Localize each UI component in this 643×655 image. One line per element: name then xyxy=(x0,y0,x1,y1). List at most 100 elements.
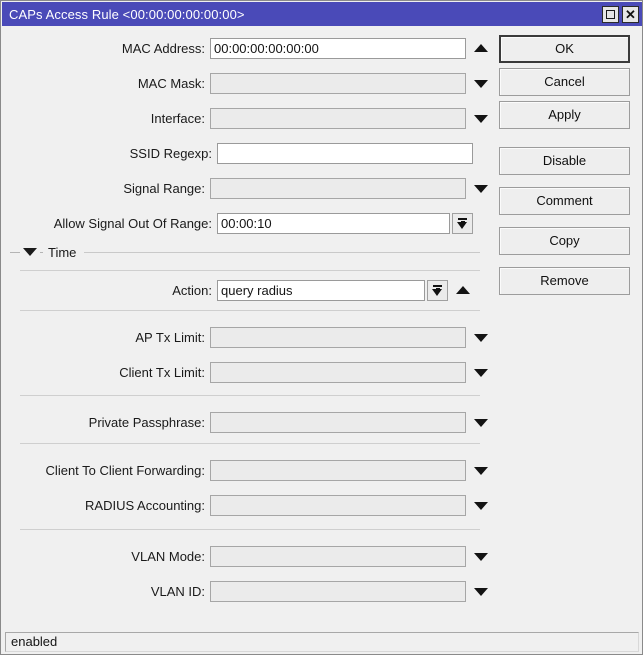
input-mac-address[interactable]: 00:00:00:00:00:00 xyxy=(210,37,466,59)
input-vlan-id[interactable] xyxy=(210,580,466,602)
dialog-body: MAC Address: 00:00:00:00:00:00 MAC Mask:… xyxy=(2,26,642,654)
chevron-down-icon xyxy=(432,288,442,296)
input-ap-tx-limit[interactable] xyxy=(210,326,466,348)
arrow-down-icon-client-to-client-forwarding[interactable] xyxy=(470,460,492,481)
title-bar: CAPs Access Rule <00:00:00:00:00:00> ✕ xyxy=(2,2,642,26)
arrow-down-icon-vlan-mode[interactable] xyxy=(470,546,492,567)
field-row-signal-range: Signal Range: xyxy=(2,177,492,199)
close-button[interactable]: ✕ xyxy=(622,5,639,23)
field-row-client-to-client-forwarding: Client To Client Forwarding: xyxy=(2,459,492,481)
chevron-down-icon xyxy=(457,221,467,229)
field-row-mac-address: MAC Address: 00:00:00:00:00:00 xyxy=(2,37,492,59)
input-private-passphrase[interactable] xyxy=(210,411,466,433)
arrow-up-icon-mac-address[interactable] xyxy=(470,38,492,59)
field-wrap-private-passphrase xyxy=(210,411,492,433)
window-title: CAPs Access Rule <00:00:00:00:00:00> xyxy=(9,6,245,22)
label-vlan-id: VLAN ID: xyxy=(150,583,205,599)
input-signal-range[interactable] xyxy=(210,177,466,199)
arrow-down-icon-interface[interactable] xyxy=(470,108,492,129)
field-row-vlan-mode: VLAN Mode: xyxy=(2,545,492,567)
section-header-time[interactable]: Time xyxy=(2,242,492,262)
arrow-down-icon-mac-mask[interactable] xyxy=(470,73,492,94)
dropdown-button-action[interactable] xyxy=(427,279,448,301)
section-dash-left xyxy=(10,251,20,253)
input-interface[interactable] xyxy=(210,107,466,129)
field-wrap-mac-address: 00:00:00:00:00:00 xyxy=(210,37,492,59)
label-allow-signal-out-of-range: Allow Signal Out Of Range: xyxy=(53,215,212,231)
field-row-client-tx-limit: Client Tx Limit: xyxy=(2,361,492,383)
separator-above-vlan xyxy=(20,529,480,530)
field-row-interface: Interface: xyxy=(2,107,492,129)
input-client-tx-limit[interactable] xyxy=(210,361,466,383)
form-area: MAC Address: 00:00:00:00:00:00 MAC Mask:… xyxy=(2,26,492,618)
arrow-down-icon-signal-range[interactable] xyxy=(470,178,492,199)
field-wrap-client-to-client-forwarding xyxy=(210,459,492,481)
arrow-up-icon-action[interactable] xyxy=(452,280,474,301)
field-wrap-allow-signal-out-of-range: 00:00:10 xyxy=(217,212,473,234)
arrow-down-icon-vlan-id[interactable] xyxy=(470,581,492,602)
label-action: Action: xyxy=(172,282,212,298)
arrow-down-icon-radius-accounting[interactable] xyxy=(470,495,492,516)
dropdown-bar-icon xyxy=(458,217,467,220)
status-bar: enabled xyxy=(5,632,639,652)
field-row-mac-mask: MAC Mask: xyxy=(2,72,492,94)
field-wrap-mac-mask xyxy=(210,72,492,94)
label-vlan-mode: VLAN Mode: xyxy=(131,548,205,564)
arrow-down-icon-private-passphrase[interactable] xyxy=(470,412,492,433)
field-wrap-vlan-mode xyxy=(210,545,492,567)
input-ssid-regexp[interactable] xyxy=(217,142,473,164)
maximize-button[interactable] xyxy=(602,5,619,23)
field-row-ap-tx-limit: AP Tx Limit: xyxy=(2,326,492,348)
arrow-down-icon-client-tx-limit[interactable] xyxy=(470,362,492,383)
label-interface: Interface: xyxy=(150,110,205,126)
field-wrap-client-tx-limit xyxy=(210,361,492,383)
label-signal-range: Signal Range: xyxy=(123,180,205,196)
label-radius-accounting: RADIUS Accounting: xyxy=(85,497,205,513)
input-client-to-client-forwarding[interactable] xyxy=(210,459,466,481)
disable-button[interactable]: Disable xyxy=(499,147,630,175)
label-mac-address: MAC Address: xyxy=(121,40,205,56)
field-wrap-interface xyxy=(210,107,492,129)
field-wrap-ap-tx-limit xyxy=(210,326,492,348)
dropdown-bar-icon xyxy=(433,284,442,287)
label-ap-tx-limit: AP Tx Limit: xyxy=(135,329,205,345)
field-wrap-vlan-id xyxy=(210,580,492,602)
field-wrap-ssid-regexp xyxy=(217,142,473,164)
field-row-radius-accounting: RADIUS Accounting: xyxy=(2,494,492,516)
field-row-allow-signal-out-of-range: Allow Signal Out Of Range: 00:00:10 xyxy=(2,212,492,234)
ok-button[interactable]: OK xyxy=(499,35,630,63)
cancel-button[interactable]: Cancel xyxy=(499,68,630,96)
field-row-action: Action: query radius xyxy=(2,279,492,301)
caps-access-rule-dialog: CAPs Access Rule <00:00:00:00:00:00> ✕ M… xyxy=(0,0,643,655)
section-title-time: Time xyxy=(48,244,77,260)
section-rule xyxy=(84,251,480,253)
field-wrap-action: query radius xyxy=(217,279,474,301)
maximize-icon xyxy=(606,9,615,19)
field-row-vlan-id: VLAN ID: xyxy=(2,580,492,602)
field-wrap-radius-accounting xyxy=(210,494,492,516)
input-mac-mask[interactable] xyxy=(210,72,466,94)
input-vlan-mode[interactable] xyxy=(210,545,466,567)
input-allow-signal-out-of-range[interactable]: 00:00:10 xyxy=(217,212,450,234)
section-dot xyxy=(40,251,43,253)
input-action[interactable]: query radius xyxy=(217,279,425,301)
input-radius-accounting[interactable] xyxy=(210,494,466,516)
copy-button[interactable]: Copy xyxy=(499,227,630,255)
separator-above-private-passphrase xyxy=(20,395,480,396)
field-wrap-signal-range xyxy=(210,177,492,199)
separator-below-action xyxy=(20,310,480,311)
label-client-tx-limit: Client Tx Limit: xyxy=(119,364,205,380)
dropdown-button-allow-signal-out-of-range[interactable] xyxy=(452,212,473,234)
separator-above-action xyxy=(20,270,480,271)
arrow-down-icon-ap-tx-limit[interactable] xyxy=(470,327,492,348)
label-client-to-client-forwarding: Client To Client Forwarding: xyxy=(45,462,205,478)
field-row-private-passphrase: Private Passphrase: xyxy=(2,411,492,433)
comment-button[interactable]: Comment xyxy=(499,187,630,215)
label-ssid-regexp: SSID Regexp: xyxy=(129,145,212,161)
close-icon: ✕ xyxy=(625,6,636,22)
chevron-down-icon-time-section[interactable] xyxy=(23,248,37,256)
label-private-passphrase: Private Passphrase: xyxy=(88,414,205,430)
remove-button[interactable]: Remove xyxy=(499,267,630,295)
separator-above-client-forwarding xyxy=(20,443,480,444)
apply-button[interactable]: Apply xyxy=(499,101,630,129)
